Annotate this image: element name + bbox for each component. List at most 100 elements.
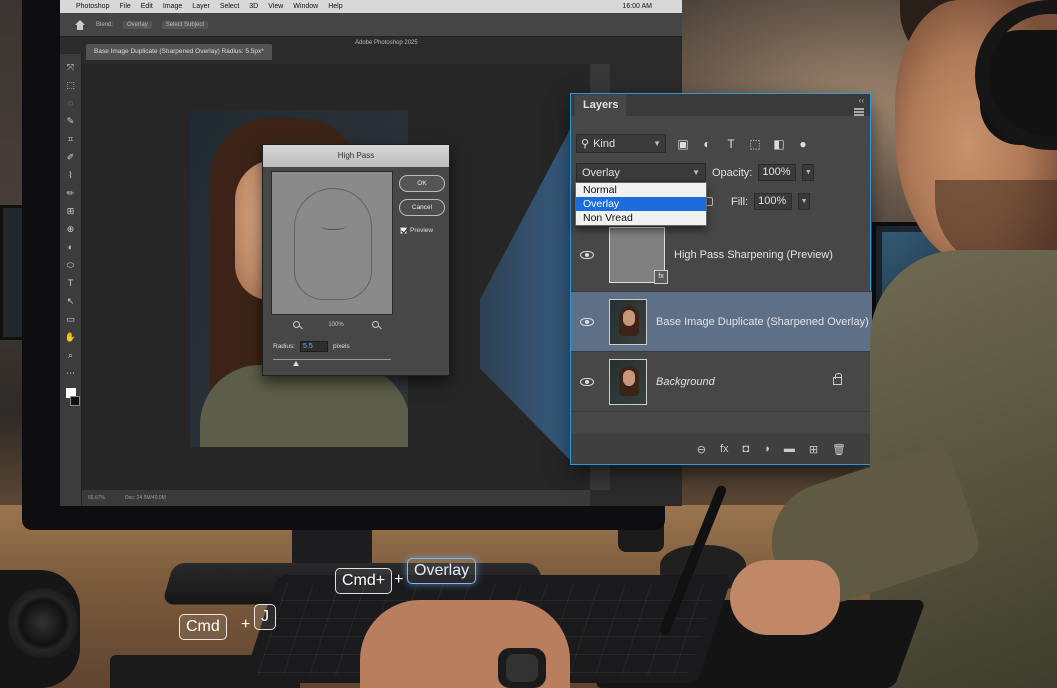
zoom-tool-icon[interactable]: ⌕ [65, 348, 77, 362]
tools-panel: ⤧ ⬚ ◌ ✎ ⌗ ✐ ⌇ ✏ ⊞ ⊕ ◐ ⬭ T ↖ ▭ ✋ ⌕ ⋯ [60, 54, 82, 506]
new-layer-icon[interactable]: ⊞ [809, 443, 818, 456]
layer-name: High Pass Sharpening (Preview) [674, 248, 833, 261]
visibility-eye-icon[interactable] [580, 250, 594, 259]
opacity-input[interactable]: 100% [758, 164, 797, 181]
menu-image[interactable]: Image [163, 3, 182, 10]
visibility-eye-icon[interactable] [580, 317, 594, 326]
type-tool-icon[interactable]: T [65, 276, 77, 290]
trash-icon[interactable]: 🗑 [832, 443, 846, 456]
options-blend-label: Blend: [96, 21, 114, 28]
brush-tool-icon[interactable]: ✏ [65, 186, 77, 200]
collapse-panel-icon[interactable]: ‹‹ [859, 96, 864, 105]
ok-button[interactable]: OK [399, 175, 445, 192]
blend-option-non-vread[interactable]: Non Vread [576, 211, 706, 225]
preview-zoom-row: 100% [293, 321, 379, 328]
folder-icon[interactable]: ▬ [784, 443, 795, 455]
fx-icon[interactable]: fx [720, 443, 729, 455]
menu-window[interactable]: Window [293, 3, 318, 10]
blend-mode-select[interactable]: Overlay ▼ [576, 163, 706, 182]
preview-zoom-value: 100% [328, 321, 344, 328]
chevron-down-icon: ▼ [692, 168, 700, 177]
radius-slider-track[interactable] [273, 359, 391, 360]
mask-icon[interactable]: ◘ [743, 443, 750, 455]
radius-label: Radius: [273, 343, 296, 350]
pixel-filter-icon[interactable]: ▣ [676, 137, 690, 151]
menu-file[interactable]: File [119, 3, 130, 10]
history-brush-tool-icon[interactable]: ⊕ [65, 222, 77, 236]
fill-chevron-icon[interactable]: ▼ [798, 193, 811, 210]
path-select-tool-icon[interactable]: ↖ [65, 294, 77, 308]
high-pass-dialog: High Pass 100% Radius: 5.5 pixels OK Can… [262, 144, 450, 376]
opacity-label: Opacity: [712, 166, 753, 179]
high-pass-preview[interactable] [271, 171, 393, 315]
zoom-in-icon[interactable] [371, 321, 379, 328]
blend-mode-value: Overlay [582, 166, 620, 179]
shape-filter-icon[interactable]: ⬚ [748, 137, 762, 151]
background-color-swatch[interactable] [69, 396, 80, 406]
blend-option-overlay[interactable]: Overlay [576, 197, 706, 211]
high-pass-title[interactable]: High Pass [263, 145, 449, 167]
type-filter-icon[interactable]: T [724, 137, 738, 151]
opacity-chevron-icon[interactable]: ▼ [802, 164, 815, 181]
layer-row[interactable]: Base Image Duplicate (Sharpened Overlay) [571, 292, 872, 352]
camera-lens [8, 588, 78, 658]
menu-select[interactable]: Select [220, 3, 239, 10]
smart-object-filter-icon[interactable]: ◧ [772, 137, 786, 151]
lasso-tool-icon[interactable]: ◌ [65, 96, 77, 110]
kind-label: Kind [593, 137, 616, 150]
panel-menu-icon[interactable] [854, 108, 864, 116]
options-blend-select[interactable]: Overlay [123, 20, 152, 29]
quick-select-tool-icon[interactable]: ✎ [65, 114, 77, 128]
dodge-tool-icon[interactable]: ⬭ [65, 258, 77, 272]
menu-3d[interactable]: 3D [249, 3, 258, 10]
shape-tool-icon[interactable]: ▭ [65, 312, 77, 326]
preview-checkbox[interactable] [400, 227, 407, 234]
document-tab[interactable]: Base Image Duplicate (Sharpened Overlay)… [86, 44, 272, 60]
menu-edit[interactable]: Edit [141, 3, 153, 10]
blend-option-normal[interactable]: Normal [576, 183, 706, 197]
marquee-tool-icon[interactable]: ⬚ [65, 78, 77, 92]
watch [498, 648, 546, 688]
radius-slider-thumb[interactable] [293, 361, 299, 366]
tab-layers[interactable]: Layers [575, 95, 627, 116]
hand-tool-icon[interactable]: ✋ [65, 330, 77, 344]
eyedropper-tool-icon[interactable]: ✐ [65, 150, 77, 164]
menu-view[interactable]: View [268, 3, 283, 10]
zoom-out-icon[interactable] [293, 321, 300, 328]
layers-footer: ⊖ fx ◘ ◑ ▬ ⊞ 🗑 [571, 434, 872, 464]
kind-filter-select[interactable]: ⚲ Kind ▼ [576, 134, 666, 153]
crop-tool-icon[interactable]: ⌗ [65, 132, 77, 146]
more-tools-icon[interactable]: ⋯ [65, 366, 77, 380]
link-icon[interactable]: ⊖ [697, 443, 706, 456]
layer-row[interactable]: fx High Pass Sharpening (Preview) [571, 218, 872, 292]
preview-checkbox-label: Preview [410, 227, 434, 234]
adjustment-icon[interactable]: ◑ [763, 443, 770, 455]
move-tool-icon[interactable]: ⤧ [65, 60, 77, 74]
menu-photoshop[interactable]: Photoshop [76, 3, 109, 10]
stamp-tool-icon[interactable]: ⊞ [65, 204, 77, 218]
visibility-eye-icon[interactable] [580, 377, 594, 386]
options-bar: Blend: Overlay Select Subject [60, 13, 682, 37]
lock-icon[interactable] [833, 373, 842, 385]
right-hand [730, 560, 840, 635]
status-zoom[interactable]: 66.67% [88, 495, 105, 501]
radius-row: Radius: 5.5 pixels [273, 341, 350, 352]
select-subject-button[interactable]: Select Subject [161, 20, 209, 29]
fill-input[interactable]: 100% [754, 193, 793, 210]
layer-thumbnail [609, 358, 647, 405]
app-title: Adobe Photoshop 2025 [355, 40, 418, 46]
filter-toggle-icon[interactable]: ● [796, 137, 810, 151]
adjustment-filter-icon[interactable]: ◐ [700, 137, 714, 151]
cancel-button[interactable]: Cancel [399, 199, 445, 216]
layers-panel: Layers ‹‹ ⚲ Kind ▼ ▣ ◐ T ⬚ ◧ ● Overlay ▼… [570, 93, 872, 465]
preview-checkbox-row[interactable]: Preview [400, 227, 433, 234]
home-icon[interactable] [74, 19, 86, 30]
layer-filter-row: ⚲ Kind ▼ ▣ ◐ T ⬚ ◧ ● [576, 134, 810, 153]
healing-tool-icon[interactable]: ⌇ [65, 168, 77, 182]
menu-layer[interactable]: Layer [192, 3, 210, 10]
blend-mode-dropdown: Normal Overlay Non Vread [575, 182, 707, 226]
gradient-tool-icon[interactable]: ◐ [65, 240, 77, 254]
menu-help[interactable]: Help [328, 3, 342, 10]
radius-input[interactable]: 5.5 [300, 341, 329, 352]
layer-row[interactable]: Background [571, 352, 872, 412]
